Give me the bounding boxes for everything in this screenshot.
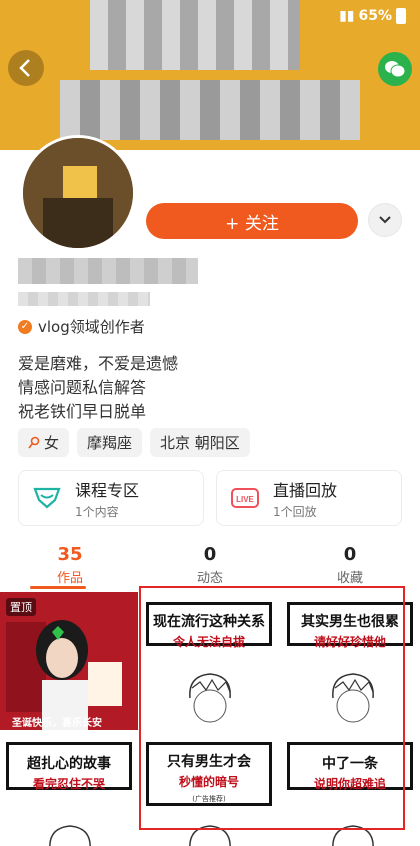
video-tile[interactable]: 现在流行这种关系 令人无法自拔 [140,592,279,730]
tile-caption: 只有男生才会 秒懂的暗号 (广告推荐) [146,742,272,806]
avatar[interactable] [20,135,136,251]
tag-label: 女 [44,434,60,452]
caption-line1: 现在流行这种关系 [153,614,265,630]
battery-text: 65% [358,8,392,24]
chevron-down-icon [379,216,391,224]
tile-caption: 超扎心的故事 看完忍住不哭 [6,742,132,791]
caption-line2: 请好好珍惜他 [313,635,386,649]
caption-line2: 说明你超难追 [313,777,386,791]
feature-title: 课程专区 [75,480,140,500]
bio-line: 爱是磨难，不爱是遗憾 [18,354,179,373]
video-tile-pinned[interactable]: 置顶 圣诞快乐，喜乐长安 [0,592,138,730]
status-right: ▮▮ 65% [339,8,406,24]
tab-count: 0 [343,544,357,565]
creator-label: vlog领域创作者 [38,318,145,336]
status-bar: ▮▮ 65% [14,8,406,28]
profile-tags: 女 摩羯座 北京 朝阳区 [18,428,250,457]
tag-label: 摩羯座 [87,434,133,452]
verified-icon: ✓ [18,319,32,334]
feature-subtitle: 1个回放 [273,504,317,519]
caption-line1: 中了一条 [322,756,378,772]
banner-mosaic-bottom [60,80,360,140]
feature-subtitle: 1个内容 [75,504,119,519]
live-replay-card[interactable]: LIVE 直播回放 1个回放 [216,470,402,526]
sketch-illustration [332,825,374,846]
battery-icon [396,8,406,24]
wechat-icon [385,61,406,78]
sketch-illustration [189,825,231,846]
course-zone-card[interactable]: 课程专区 1个内容 [18,470,204,526]
course-icon [31,482,63,514]
tag-gender: 女 [18,428,70,457]
caption-line2: 令人无法自拔 [172,635,245,649]
back-button[interactable] [8,50,44,86]
tile-caption: 现在流行这种关系 令人无法自拔 [146,602,272,649]
video-tile[interactable]: 其实男生也很累 请好好珍惜他 [281,592,420,730]
tab-label: 收藏 [336,571,363,586]
tile-caption: 中了一条 说明你超难追 [287,742,413,791]
more-options-button[interactable] [368,203,402,237]
video-tile[interactable]: 超扎心的故事 看完忍住不哭 [0,732,138,846]
signal-icon: ▮▮ [339,8,355,24]
caption-line1: 其实男生也很累 [301,614,399,630]
follow-label: + 关注 [225,213,279,234]
caption-line1: 只有男生才会 [167,754,251,770]
video-tile[interactable]: 中了一条 说明你超难追 [281,732,420,846]
tab-label: 动态 [196,571,223,586]
bio-line: 情感问题私信解答 [18,378,147,397]
feature-title: 直播回放 [273,480,338,500]
wechat-share-button[interactable] [378,52,412,86]
caption-line2: 秒懂的暗号 [178,775,239,789]
sketch-illustration [49,825,91,846]
active-tab-indicator [30,586,86,589]
tag-location: 北京 朝阳区 [150,428,250,457]
caption-note: (广告推荐) [192,795,226,803]
tile-caption: 其实男生也很累 请好好珍惜他 [287,602,413,649]
blurred-user-id [18,292,150,306]
blurred-username [18,258,198,284]
live-icon: LIVE [229,482,261,514]
tab-favorites[interactable]: 0 收藏 [280,544,420,594]
works-grid: 置顶 圣诞快乐，喜乐长安 现在流行这种关系 令人无法自拔 其实男生也很累 请好好… [0,592,420,846]
profile-bio: 爱是磨难，不爱是遗憾 情感问题私信解答 祝老铁们早日脱单 [18,352,178,424]
tab-activity[interactable]: 0 动态 [140,544,280,594]
caption-line1: 超扎心的故事 [27,756,111,772]
sketch-illustration [332,673,374,723]
follow-button[interactable]: + 关注 [146,203,358,239]
tag-zodiac: 摩羯座 [77,428,143,457]
pinned-badge: 置顶 [6,598,36,616]
back-arrow-icon [19,59,30,77]
svg-text:LIVE: LIVE [236,495,254,504]
tag-label: 北京 朝阳区 [160,434,240,452]
tab-count: 35 [57,544,83,565]
tab-label: 作品 [56,571,83,586]
video-tile[interactable]: 只有男生才会 秒懂的暗号 (广告推荐) [140,732,279,846]
avatar-image [23,138,133,248]
bio-line: 祝老铁们早日脱单 [18,402,147,421]
caption-line2: 看完忍住不哭 [32,777,105,791]
photo-caption: 圣诞快乐，喜乐长安 [12,718,102,729]
sketch-illustration [189,673,231,723]
profile-banner: ▮▮ 65% [0,0,420,150]
feature-row: 课程专区 1个内容 LIVE 直播回放 1个回放 [18,470,402,526]
creator-badge: ✓ vlog领域创作者 [18,316,145,337]
tab-count: 0 [203,544,217,565]
female-icon [28,436,40,448]
